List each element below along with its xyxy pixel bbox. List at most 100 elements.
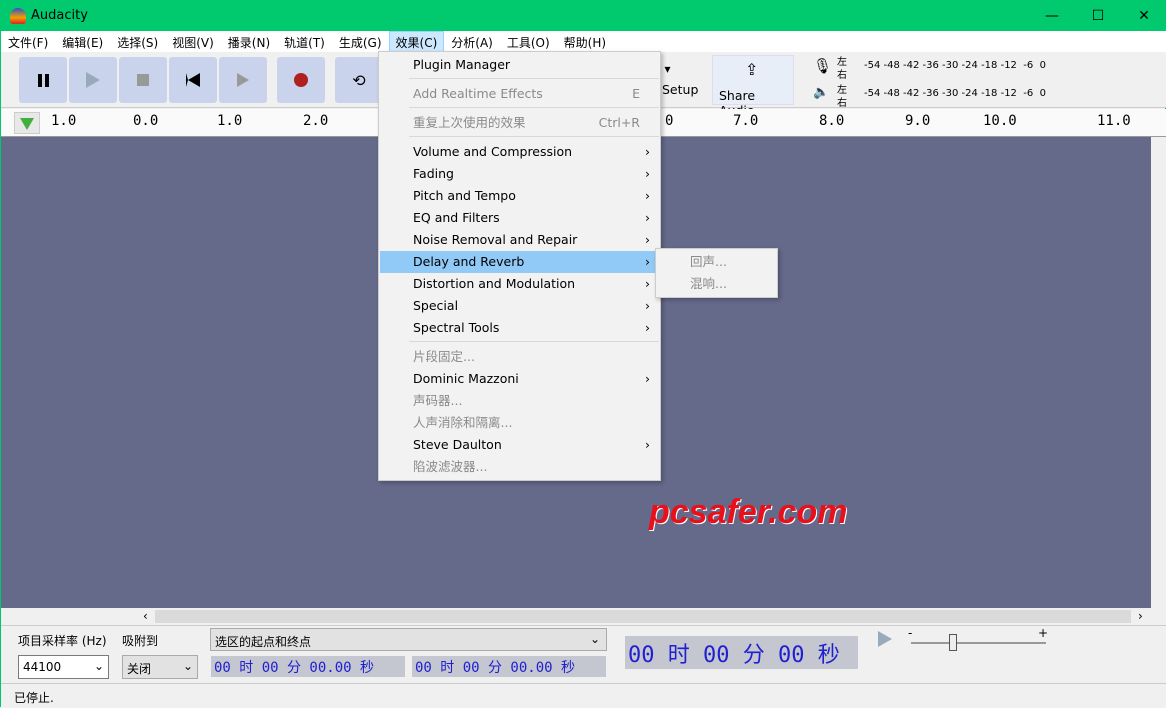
project-rate-select[interactable]: 44100 ⌄ xyxy=(18,655,109,679)
submenu-item[interactable]: 混响... xyxy=(657,273,777,295)
effects-menu-item[interactable]: Dominic Mazzoni › xyxy=(380,368,660,390)
menu-item-shortcut: Ctrl+R xyxy=(598,115,640,130)
submenu-item[interactable]: 回声... xyxy=(657,251,777,273)
skip-end-button[interactable] xyxy=(219,57,267,103)
record-meter[interactable]: -54 -48 -42 -36 -30 -24 -18 -12 -6 0 xyxy=(864,60,1046,71)
effects-menu-item[interactable]: Plugin Manager xyxy=(380,54,660,76)
snap-to-select[interactable]: 关闭 ⌄ xyxy=(122,655,198,679)
menu-item-label: Steve Daulton xyxy=(413,437,502,452)
menu-item-label: Add Realtime Effects xyxy=(413,86,543,101)
menu-8[interactable]: 分析(A) xyxy=(444,31,500,52)
playback-meter[interactable]: -54 -48 -42 -36 -30 -24 -18 -12 -6 0 xyxy=(864,88,1046,99)
effects-menu-item[interactable]: Steve Daulton › xyxy=(380,434,660,456)
chevron-right-icon: › xyxy=(645,232,650,247)
play-button[interactable] xyxy=(69,57,117,103)
effects-menu-item[interactable]: 陷波滤波器... xyxy=(380,456,660,478)
audio-position-time[interactable]: 00 时 00 分 00 秒 xyxy=(625,636,858,669)
menu-5[interactable]: 轨道(T) xyxy=(277,31,332,52)
vertical-scrollbar[interactable] xyxy=(1151,137,1166,608)
close-button[interactable]: ✕ xyxy=(1121,1,1166,31)
play-meter-right-label: 右 xyxy=(837,98,847,109)
effects-menu-item[interactable]: Fading › xyxy=(380,163,660,185)
skip-start-button[interactable] xyxy=(169,57,217,103)
microphone-icon[interactable]: 🎙 xyxy=(813,57,832,75)
loop-icon: ⟲ xyxy=(352,70,366,90)
effects-menu-item[interactable]: Pitch and Tempo › xyxy=(380,185,660,207)
menu-3[interactable]: 视图(V) xyxy=(165,31,221,52)
menu-1[interactable]: 编辑(E) xyxy=(55,31,110,52)
menu-item-label: 重复上次使用的效果 xyxy=(413,115,526,130)
menu-item-label: Plugin Manager xyxy=(413,57,511,72)
effects-menu-item[interactable]: EQ and Filters › xyxy=(380,207,660,229)
scrollbar-thumb[interactable] xyxy=(155,610,1131,623)
effects-menu-item[interactable]: Delay and Reverb › xyxy=(380,251,660,273)
chevron-right-icon: › xyxy=(645,320,650,335)
menu-item-label: Noise Removal and Repair xyxy=(413,232,578,247)
menu-item-label: Fading xyxy=(413,166,454,181)
chevron-right-icon: › xyxy=(645,144,650,159)
menu-7[interactable]: 效果(C) xyxy=(388,31,445,52)
audio-setup-button[interactable]: Setup xyxy=(662,82,698,97)
selection-mode-select[interactable]: 选区的起点和终点 ⌄ xyxy=(210,628,607,651)
record-button[interactable] xyxy=(277,57,325,103)
menu-10[interactable]: 帮助(H) xyxy=(557,31,613,52)
ruler-label: 8.0 xyxy=(819,113,845,129)
menu-0[interactable]: 文件(F) xyxy=(1,31,55,52)
ruler-label: 0.0 xyxy=(133,113,159,129)
effects-menu-item[interactable]: Add Realtime Effects E xyxy=(380,83,660,105)
effects-menu-item[interactable]: Special › xyxy=(380,295,660,317)
chevron-right-icon: › xyxy=(645,210,650,225)
effects-menu-item[interactable]: Noise Removal and Repair › xyxy=(380,229,660,251)
ruler-label: 11.0 xyxy=(1097,113,1131,129)
pin-head-button[interactable] xyxy=(14,112,40,134)
menu-item-label: Distortion and Modulation xyxy=(413,276,576,291)
menu-item-label: 声码器... xyxy=(413,393,463,408)
play-at-speed-icon[interactable] xyxy=(878,631,892,647)
speed-slider-min: - xyxy=(908,626,913,640)
speed-slider-thumb[interactable] xyxy=(949,634,957,651)
share-icon: ⇪ xyxy=(745,60,759,79)
chevron-down-icon: ⌄ xyxy=(589,632,600,646)
pause-button[interactable] xyxy=(19,57,67,103)
chevron-right-icon: › xyxy=(645,276,650,291)
effects-menu-item[interactable]: 重复上次使用的效果 Ctrl+R xyxy=(380,112,660,134)
record-meter-right-label: 右 xyxy=(837,70,847,81)
share-audio-button[interactable]: ⇪ Share Audio xyxy=(712,55,794,118)
menu-bar: 文件(F) 编辑(E) 选择(S) 视图(V) 播录(N) 轨道(T) 生成(G) 效果(C)… xyxy=(1,31,1166,52)
menu-separator xyxy=(409,78,659,79)
menu-9[interactable]: 工具(O) xyxy=(500,31,557,52)
effects-menu-item[interactable]: Distortion and Modulation › xyxy=(380,273,660,295)
ruler-label: 1.0 xyxy=(217,113,243,129)
triangle-down-icon xyxy=(20,118,34,130)
speed-slider[interactable] xyxy=(911,642,1046,644)
menu-separator xyxy=(409,136,659,137)
effects-menu-item[interactable]: Volume and Compression › xyxy=(380,141,660,163)
menu-item-label: Dominic Mazzoni xyxy=(413,371,519,386)
selection-start-time[interactable]: 00 时 00 分 00.00 秒 xyxy=(211,656,405,677)
loop-button[interactable]: ⟲ xyxy=(335,57,383,103)
chevron-right-icon: › xyxy=(645,166,650,181)
chevron-right-icon: › xyxy=(645,371,650,386)
effects-menu-item[interactable]: 声码器... xyxy=(380,390,660,412)
effects-menu-item[interactable]: 片段固定... xyxy=(380,346,660,368)
maximize-button[interactable]: ☐ xyxy=(1075,1,1121,31)
speaker-icon[interactable]: 🔈 xyxy=(813,85,829,100)
scroll-left-icon[interactable]: ‹ xyxy=(143,609,148,623)
chevron-right-icon: › xyxy=(645,298,650,313)
menu-6[interactable]: 生成(G) xyxy=(332,31,389,52)
scroll-right-icon[interactable]: › xyxy=(1138,609,1143,623)
stop-button[interactable] xyxy=(119,57,167,103)
effects-menu-item[interactable]: 人声消除和隔离... xyxy=(380,412,660,434)
menu-item-shortcut: E xyxy=(632,86,640,101)
minimize-button[interactable]: — xyxy=(1029,1,1075,31)
menu-item-label: 陷波滤波器... xyxy=(413,459,488,474)
record-icon xyxy=(294,73,308,87)
menu-2[interactable]: 选择(S) xyxy=(110,31,165,52)
snap-to-label: 吸附到 xyxy=(122,634,159,648)
selection-end-time[interactable]: 00 时 00 分 00.00 秒 xyxy=(412,656,606,677)
horizontal-scrollbar[interactable]: ‹ › xyxy=(1,608,1166,625)
speed-slider-max: + xyxy=(1038,626,1049,640)
menu-4[interactable]: 播录(N) xyxy=(221,31,277,52)
effects-menu-item[interactable]: Spectral Tools › xyxy=(380,317,660,339)
chevron-right-icon: › xyxy=(645,188,650,203)
